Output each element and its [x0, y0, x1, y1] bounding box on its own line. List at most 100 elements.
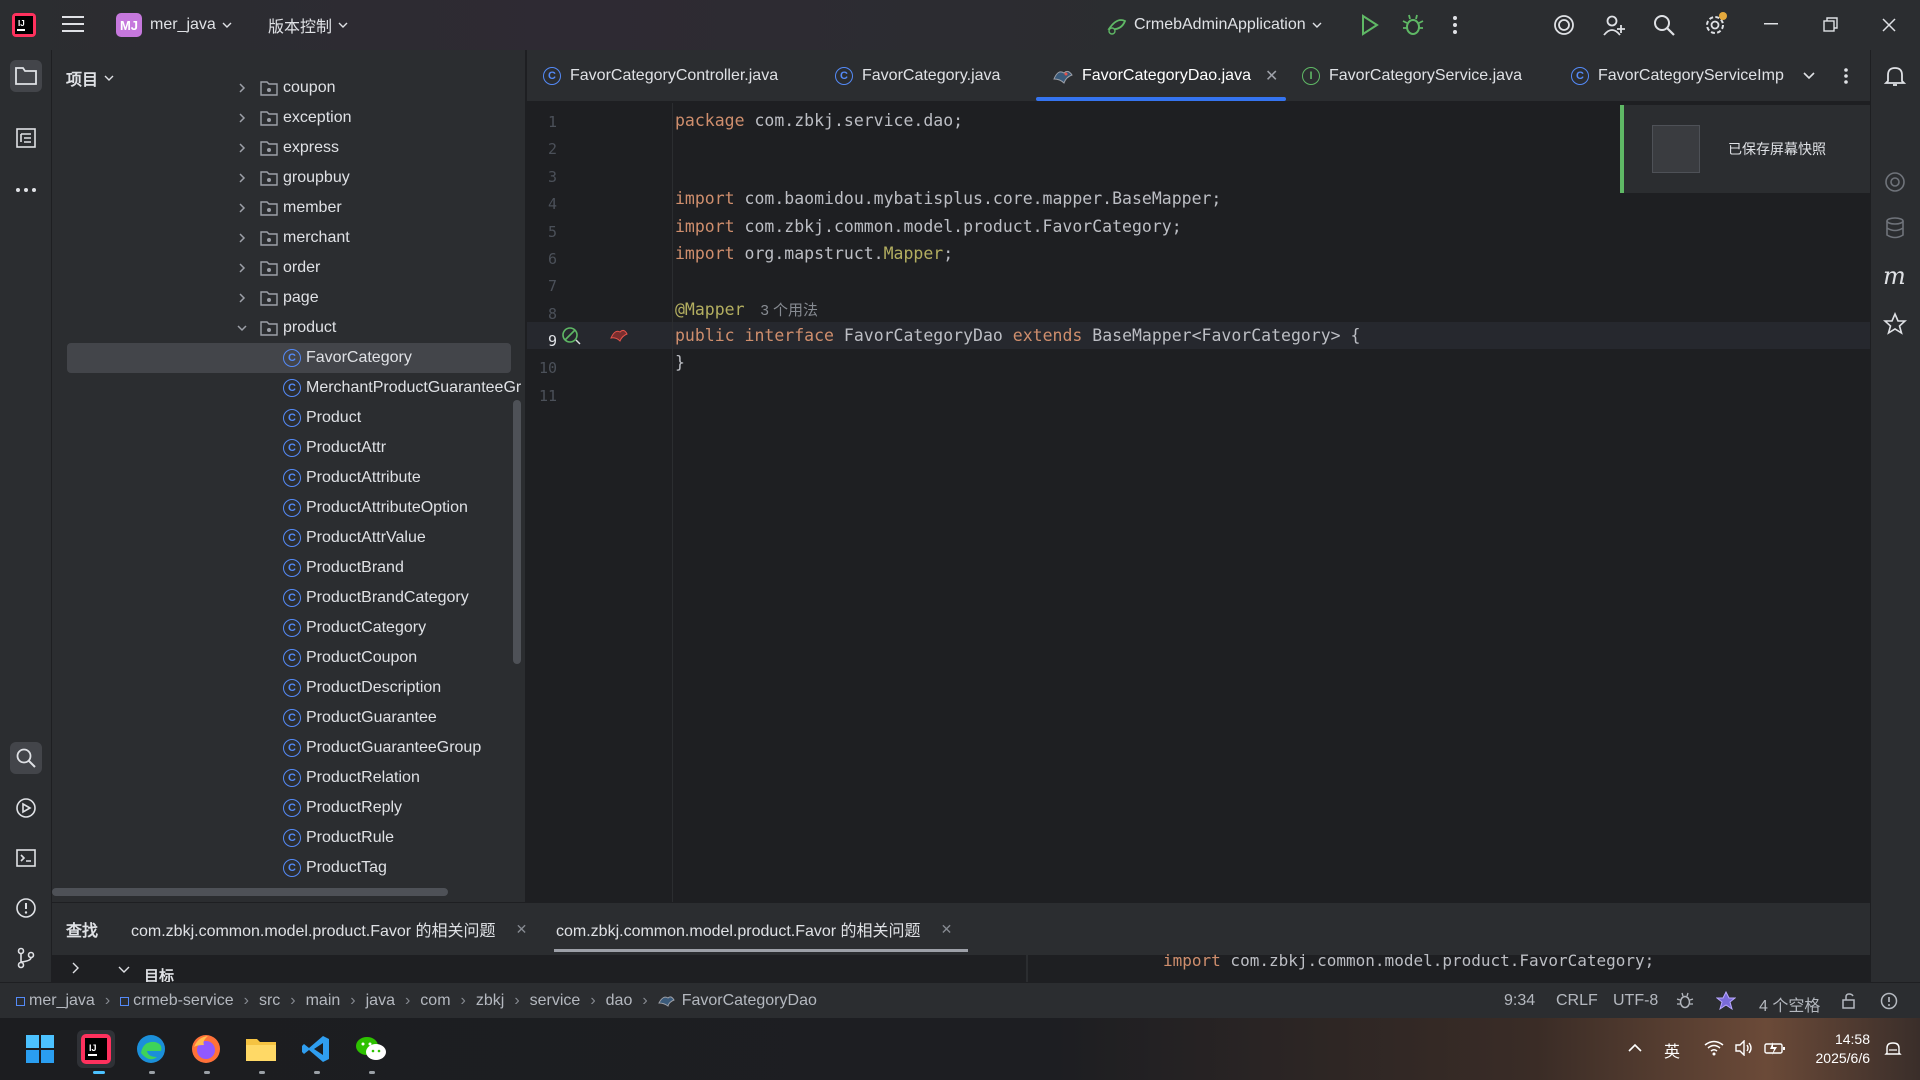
tree-class-item[interactable]: C ProductAttribute	[52, 463, 525, 493]
find-tab-2[interactable]: com.zbkj.common.model.product.Favor 的相关问…	[556, 917, 952, 941]
chevron-right-icon[interactable]	[236, 202, 248, 214]
tab-more-icon[interactable]	[1843, 66, 1849, 86]
settings-icon[interactable]	[1702, 12, 1728, 38]
chevron-down-icon[interactable]	[118, 965, 130, 975]
tree-class-item[interactable]: C MerchantProductGuaranteeGr	[52, 373, 525, 403]
usages-hint[interactable]: 3 个用法	[761, 302, 819, 319]
project-tool-icon[interactable]	[10, 60, 42, 92]
code-editor[interactable]: 1 2 3 4 5 6 7 8 9 10 11 package com.zbkj.service.d…	[527, 103, 1870, 902]
intellij-taskbar-icon[interactable]: IJ	[77, 1030, 115, 1068]
chevron-right-icon[interactable]	[236, 232, 248, 244]
ime-indicator[interactable]: 英	[1664, 1038, 1680, 1062]
tree-class-item[interactable]: C FavorCategory	[67, 343, 511, 373]
line-number[interactable]: 3	[527, 168, 557, 186]
wifi-icon[interactable]	[1704, 1040, 1724, 1056]
line-number[interactable]: 8	[527, 305, 557, 323]
run-icon[interactable]	[1360, 14, 1380, 36]
chevron-right-icon[interactable]	[236, 292, 248, 304]
database-icon[interactable]	[1884, 216, 1906, 240]
tab-favor-category[interactable]: C FavorCategory.java	[835, 50, 1000, 102]
tree-class-item[interactable]: C ProductDescription	[52, 673, 525, 703]
chevron-right-icon[interactable]	[236, 172, 248, 184]
line-separator[interactable]: CRLF	[1556, 992, 1598, 1010]
chevron-down-icon[interactable]	[236, 322, 248, 334]
find-tab-1[interactable]: com.zbkj.common.model.product.Favor 的相关问…	[131, 917, 527, 941]
close-icon[interactable]: ✕	[941, 921, 953, 938]
tree-folder-groupbuy[interactable]: groupbuy	[52, 163, 525, 193]
breadcrumb-item[interactable]: mer_java	[29, 992, 95, 1010]
ai-chat-icon[interactable]	[1883, 170, 1907, 194]
breadcrumb-item[interactable]: com	[420, 992, 450, 1010]
add-user-icon[interactable]	[1602, 13, 1626, 37]
tab-favor-category-service[interactable]: I FavorCategoryService.java	[1302, 50, 1522, 102]
intellij-logo-icon[interactable]: IJ	[12, 13, 36, 37]
tree-folder-product[interactable]: product	[52, 313, 525, 343]
tree-folder-merchant[interactable]: merchant	[52, 223, 525, 253]
system-clock[interactable]: 14:58 2025/6/6	[1790, 1030, 1871, 1068]
vscode-icon[interactable]	[297, 1030, 335, 1068]
line-number[interactable]: 11	[527, 387, 557, 405]
close-icon[interactable]: ✕	[516, 921, 528, 938]
more-tools-icon[interactable]	[10, 174, 42, 206]
vcs-menu[interactable]: 版本控制	[268, 9, 348, 41]
tree-class-item[interactable]: C ProductAttr	[52, 433, 525, 463]
chevron-right-icon[interactable]	[236, 112, 248, 124]
breadcrumb-item[interactable]: service	[530, 992, 581, 1010]
line-number[interactable]: 1	[527, 113, 557, 131]
line-number[interactable]: 5	[527, 223, 557, 241]
plugin-status-icon[interactable]	[1716, 991, 1736, 1011]
line-number[interactable]: 9	[527, 332, 557, 350]
edge-icon[interactable]	[132, 1030, 170, 1068]
firefox-icon[interactable]	[187, 1030, 225, 1068]
line-number[interactable]: 6	[527, 250, 557, 268]
line-number[interactable]: 4	[527, 195, 557, 213]
project-tree-scrollbar[interactable]	[513, 400, 521, 664]
tab-favor-category-controller[interactable]: C FavorCategoryController.java	[543, 50, 778, 102]
services-tool-icon[interactable]	[10, 792, 42, 824]
line-number[interactable]: 10	[527, 359, 557, 377]
tree-class-item[interactable]: C ProductTag	[52, 853, 525, 883]
tree-class-item[interactable]: C ProductReply	[52, 793, 525, 823]
breadcrumb-item[interactable]: crmeb-service	[133, 992, 233, 1010]
tree-folder-express[interactable]: express	[52, 133, 525, 163]
plugin-star-icon[interactable]	[1883, 312, 1907, 336]
chevron-right-icon[interactable]	[70, 962, 80, 974]
tree-class-item[interactable]: C ProductGuarantee	[52, 703, 525, 733]
ai-assistant-icon[interactable]	[1552, 13, 1576, 37]
git-tool-icon[interactable]	[10, 942, 42, 974]
tree-class-item[interactable]: C ProductBrandCategory	[52, 583, 525, 613]
search-icon[interactable]	[1652, 13, 1676, 37]
breadcrumb-item[interactable]: main	[306, 992, 341, 1010]
terminal-tool-icon[interactable]	[10, 842, 42, 874]
project-switcher[interactable]: MJ mer_java	[116, 9, 232, 41]
breadcrumb-item[interactable]: java	[366, 992, 395, 1010]
tree-folder-order[interactable]: order	[52, 253, 525, 283]
chevron-right-icon[interactable]	[236, 82, 248, 94]
minimize-icon[interactable]	[1764, 22, 1778, 26]
caret-position[interactable]: 9:34	[1504, 992, 1535, 1010]
lock-icon[interactable]	[1840, 992, 1858, 1010]
breadcrumb-item[interactable]: zbkj	[476, 992, 504, 1010]
close-tab-icon[interactable]: ✕	[1265, 66, 1278, 86]
tree-class-item[interactable]: C Product	[52, 403, 525, 433]
tab-favor-category-service-impl[interactable]: C FavorCategoryServiceImp	[1571, 50, 1784, 102]
line-number[interactable]: 2	[527, 140, 557, 158]
structure-tool-icon[interactable]	[10, 122, 42, 154]
tree-class-item[interactable]: C ProductCategory	[52, 613, 525, 643]
battery-icon[interactable]	[1764, 1040, 1786, 1056]
main-menu-icon[interactable]	[62, 14, 84, 34]
tree-class-item[interactable]: C ProductRelation	[52, 763, 525, 793]
tree-class-item[interactable]: C ProductCoupon	[52, 643, 525, 673]
chevron-right-icon[interactable]	[236, 262, 248, 274]
implemented-gutter-icon[interactable]	[561, 326, 583, 346]
breadcrumb-item[interactable]: dao	[606, 992, 633, 1010]
maven-icon[interactable]: m	[1883, 262, 1906, 290]
file-explorer-icon[interactable]	[242, 1030, 280, 1068]
close-icon[interactable]	[1881, 17, 1897, 33]
notifications-icon[interactable]	[1883, 64, 1907, 88]
wechat-icon[interactable]	[352, 1030, 390, 1068]
volume-icon[interactable]	[1734, 1040, 1754, 1056]
tree-class-item[interactable]: C ProductBrand	[52, 553, 525, 583]
mybatis-gutter-icon[interactable]	[609, 327, 629, 343]
tab-favor-category-dao[interactable]: FavorCategoryDao.java ✕	[1052, 50, 1278, 102]
